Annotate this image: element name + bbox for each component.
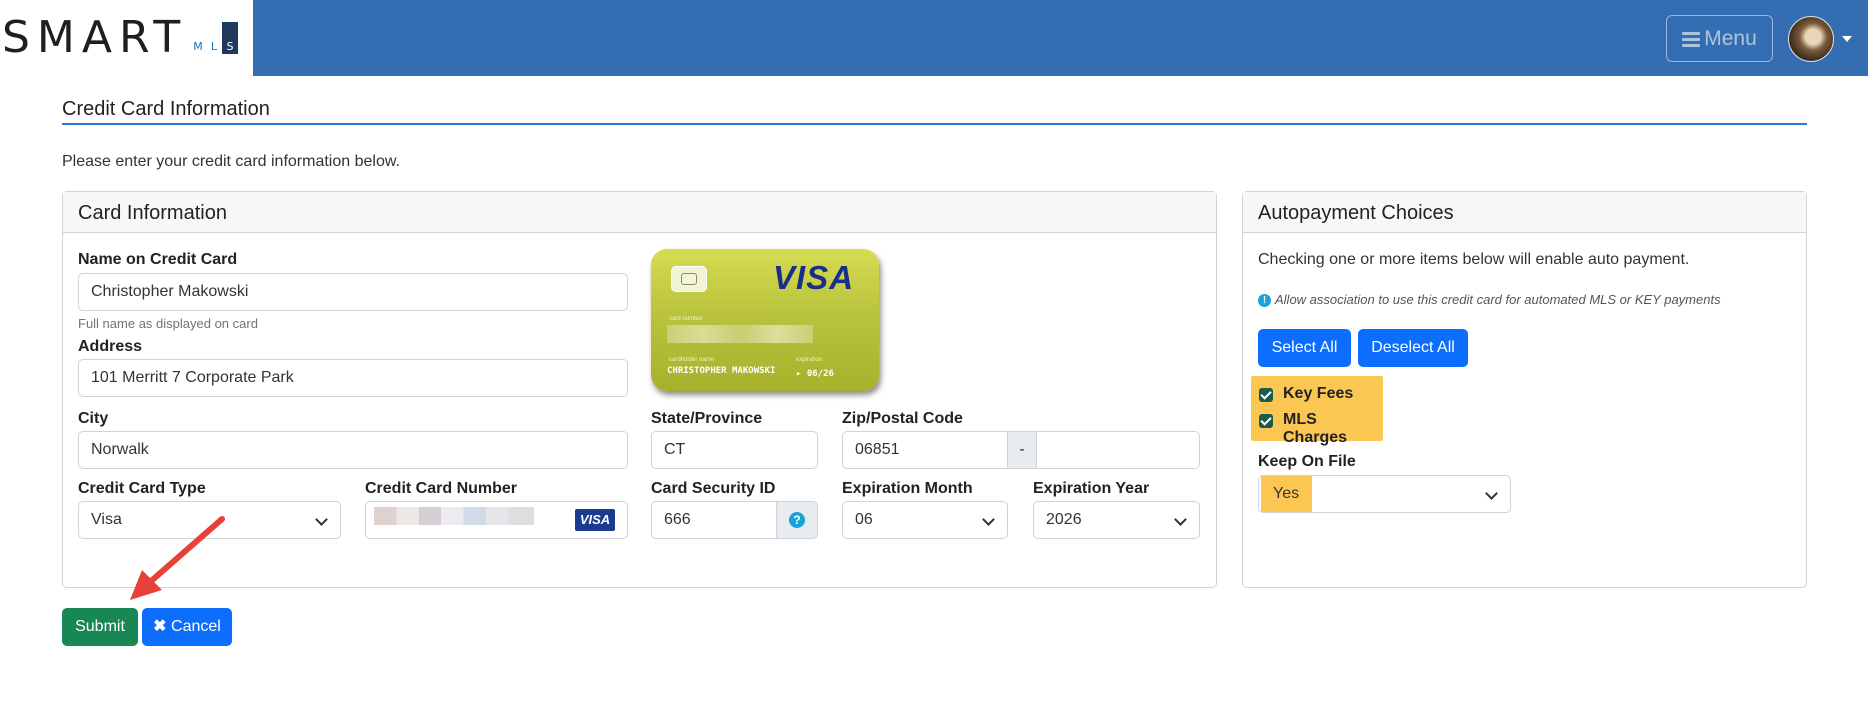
card-information-header: Card Information: [63, 192, 1216, 233]
autopay-options: Key Fees MLS Charges: [1251, 376, 1383, 446]
question-icon: ?: [789, 512, 805, 528]
expiration-value: ▸ 06/26: [796, 369, 834, 379]
logo-mls-m: M: [190, 22, 206, 54]
card-number-label: Credit Card Number: [365, 480, 518, 497]
deselect-all-button[interactable]: Deselect All: [1358, 329, 1468, 367]
zip-extension-input[interactable]: [1036, 431, 1200, 469]
keep-on-file-label: Keep On File: [1258, 453, 1356, 470]
autopay-note: ! Allow association to use this credit ca…: [1258, 292, 1721, 307]
submit-button[interactable]: Submit: [62, 608, 138, 646]
autopay-note-text: Allow association to use this credit car…: [1275, 292, 1721, 307]
logo-text: SMART: [2, 12, 188, 63]
zip-label: Zip/Postal Code: [842, 410, 963, 427]
cvv-help-button[interactable]: ?: [776, 501, 818, 539]
mls-charges-checkbox[interactable]: [1259, 414, 1273, 428]
caret-down-icon[interactable]: [1842, 36, 1852, 42]
visa-logo-icon: VISA: [575, 509, 615, 531]
key-fees-checkbox[interactable]: [1259, 388, 1273, 402]
page-title: Credit Card Information: [62, 98, 270, 120]
info-icon: !: [1258, 294, 1271, 307]
exp-month-select[interactable]: 06: [842, 501, 1008, 539]
masked-card-number: [374, 507, 534, 525]
city-label: City: [78, 410, 109, 427]
hamburger-icon: [1682, 29, 1701, 50]
name-help-text: Full name as displayed on card: [78, 316, 258, 331]
annotation-arrow-icon: [130, 516, 225, 600]
logo-mls: M L S: [190, 22, 238, 54]
cancel-label: Cancel: [171, 618, 221, 635]
cardholder-name: CHRISTOPHER MAKOWSKI: [667, 366, 776, 376]
name-label: Name on Credit Card: [78, 251, 238, 268]
card-type-value: Visa: [91, 511, 122, 528]
cardholder-caption: cardholder name: [669, 357, 715, 363]
cancel-button[interactable]: ✖ Cancel: [142, 608, 232, 646]
exp-month-label: Expiration Month: [842, 480, 973, 497]
card-preview: VISA card number cardholder name CHRISTO…: [651, 249, 879, 391]
menu-label: Menu: [1704, 27, 1757, 50]
exp-year-value: 2026: [1046, 511, 1082, 528]
expiration-caption: expiration: [796, 357, 823, 363]
autopay-description: Checking one or more items below will en…: [1258, 251, 1690, 268]
cvv-input[interactable]: 666: [651, 501, 778, 539]
card-brand: VISA: [773, 259, 855, 296]
address-label: Address: [78, 338, 143, 355]
title-divider: [62, 123, 1807, 125]
intro-text: Please enter your credit card informatio…: [62, 153, 400, 170]
zip-input[interactable]: 06851: [842, 431, 1008, 469]
city-input[interactable]: Norwalk: [78, 431, 628, 469]
card-chip-icon: [671, 266, 707, 292]
cvv-label: Card Security ID: [651, 480, 776, 497]
close-icon: ✖: [153, 618, 167, 635]
card-number-caption: card number: [669, 316, 703, 322]
card-type-label: Credit Card Type: [78, 480, 206, 497]
menu-button[interactable]: Menu: [1666, 15, 1773, 62]
zip-separator: -: [1007, 431, 1037, 469]
name-input[interactable]: Christopher Makowski: [78, 273, 628, 311]
card-number-masked: [667, 325, 813, 343]
logo-mls-s: S: [222, 22, 238, 54]
address-input[interactable]: 101 Merritt 7 Corporate Park: [78, 359, 628, 397]
autopayment-header: Autopayment Choices: [1243, 192, 1806, 233]
key-fees-label[interactable]: Key Fees: [1283, 385, 1353, 403]
mls-charges-label[interactable]: MLS Charges: [1283, 411, 1383, 447]
logo-mls-l: L: [206, 22, 222, 54]
select-all-button[interactable]: Select All: [1258, 329, 1351, 367]
exp-year-label: Expiration Year: [1033, 480, 1150, 497]
logo[interactable]: SMART M L S: [0, 0, 253, 76]
user-avatar[interactable]: [1788, 16, 1834, 62]
state-input[interactable]: CT: [651, 431, 818, 469]
keep-on-file-value: Yes: [1261, 476, 1312, 512]
state-label: State/Province: [651, 410, 763, 427]
exp-year-select[interactable]: 2026: [1033, 501, 1200, 539]
top-navbar: SMART M L S Menu: [0, 0, 1868, 76]
exp-month-value: 06: [855, 511, 873, 528]
